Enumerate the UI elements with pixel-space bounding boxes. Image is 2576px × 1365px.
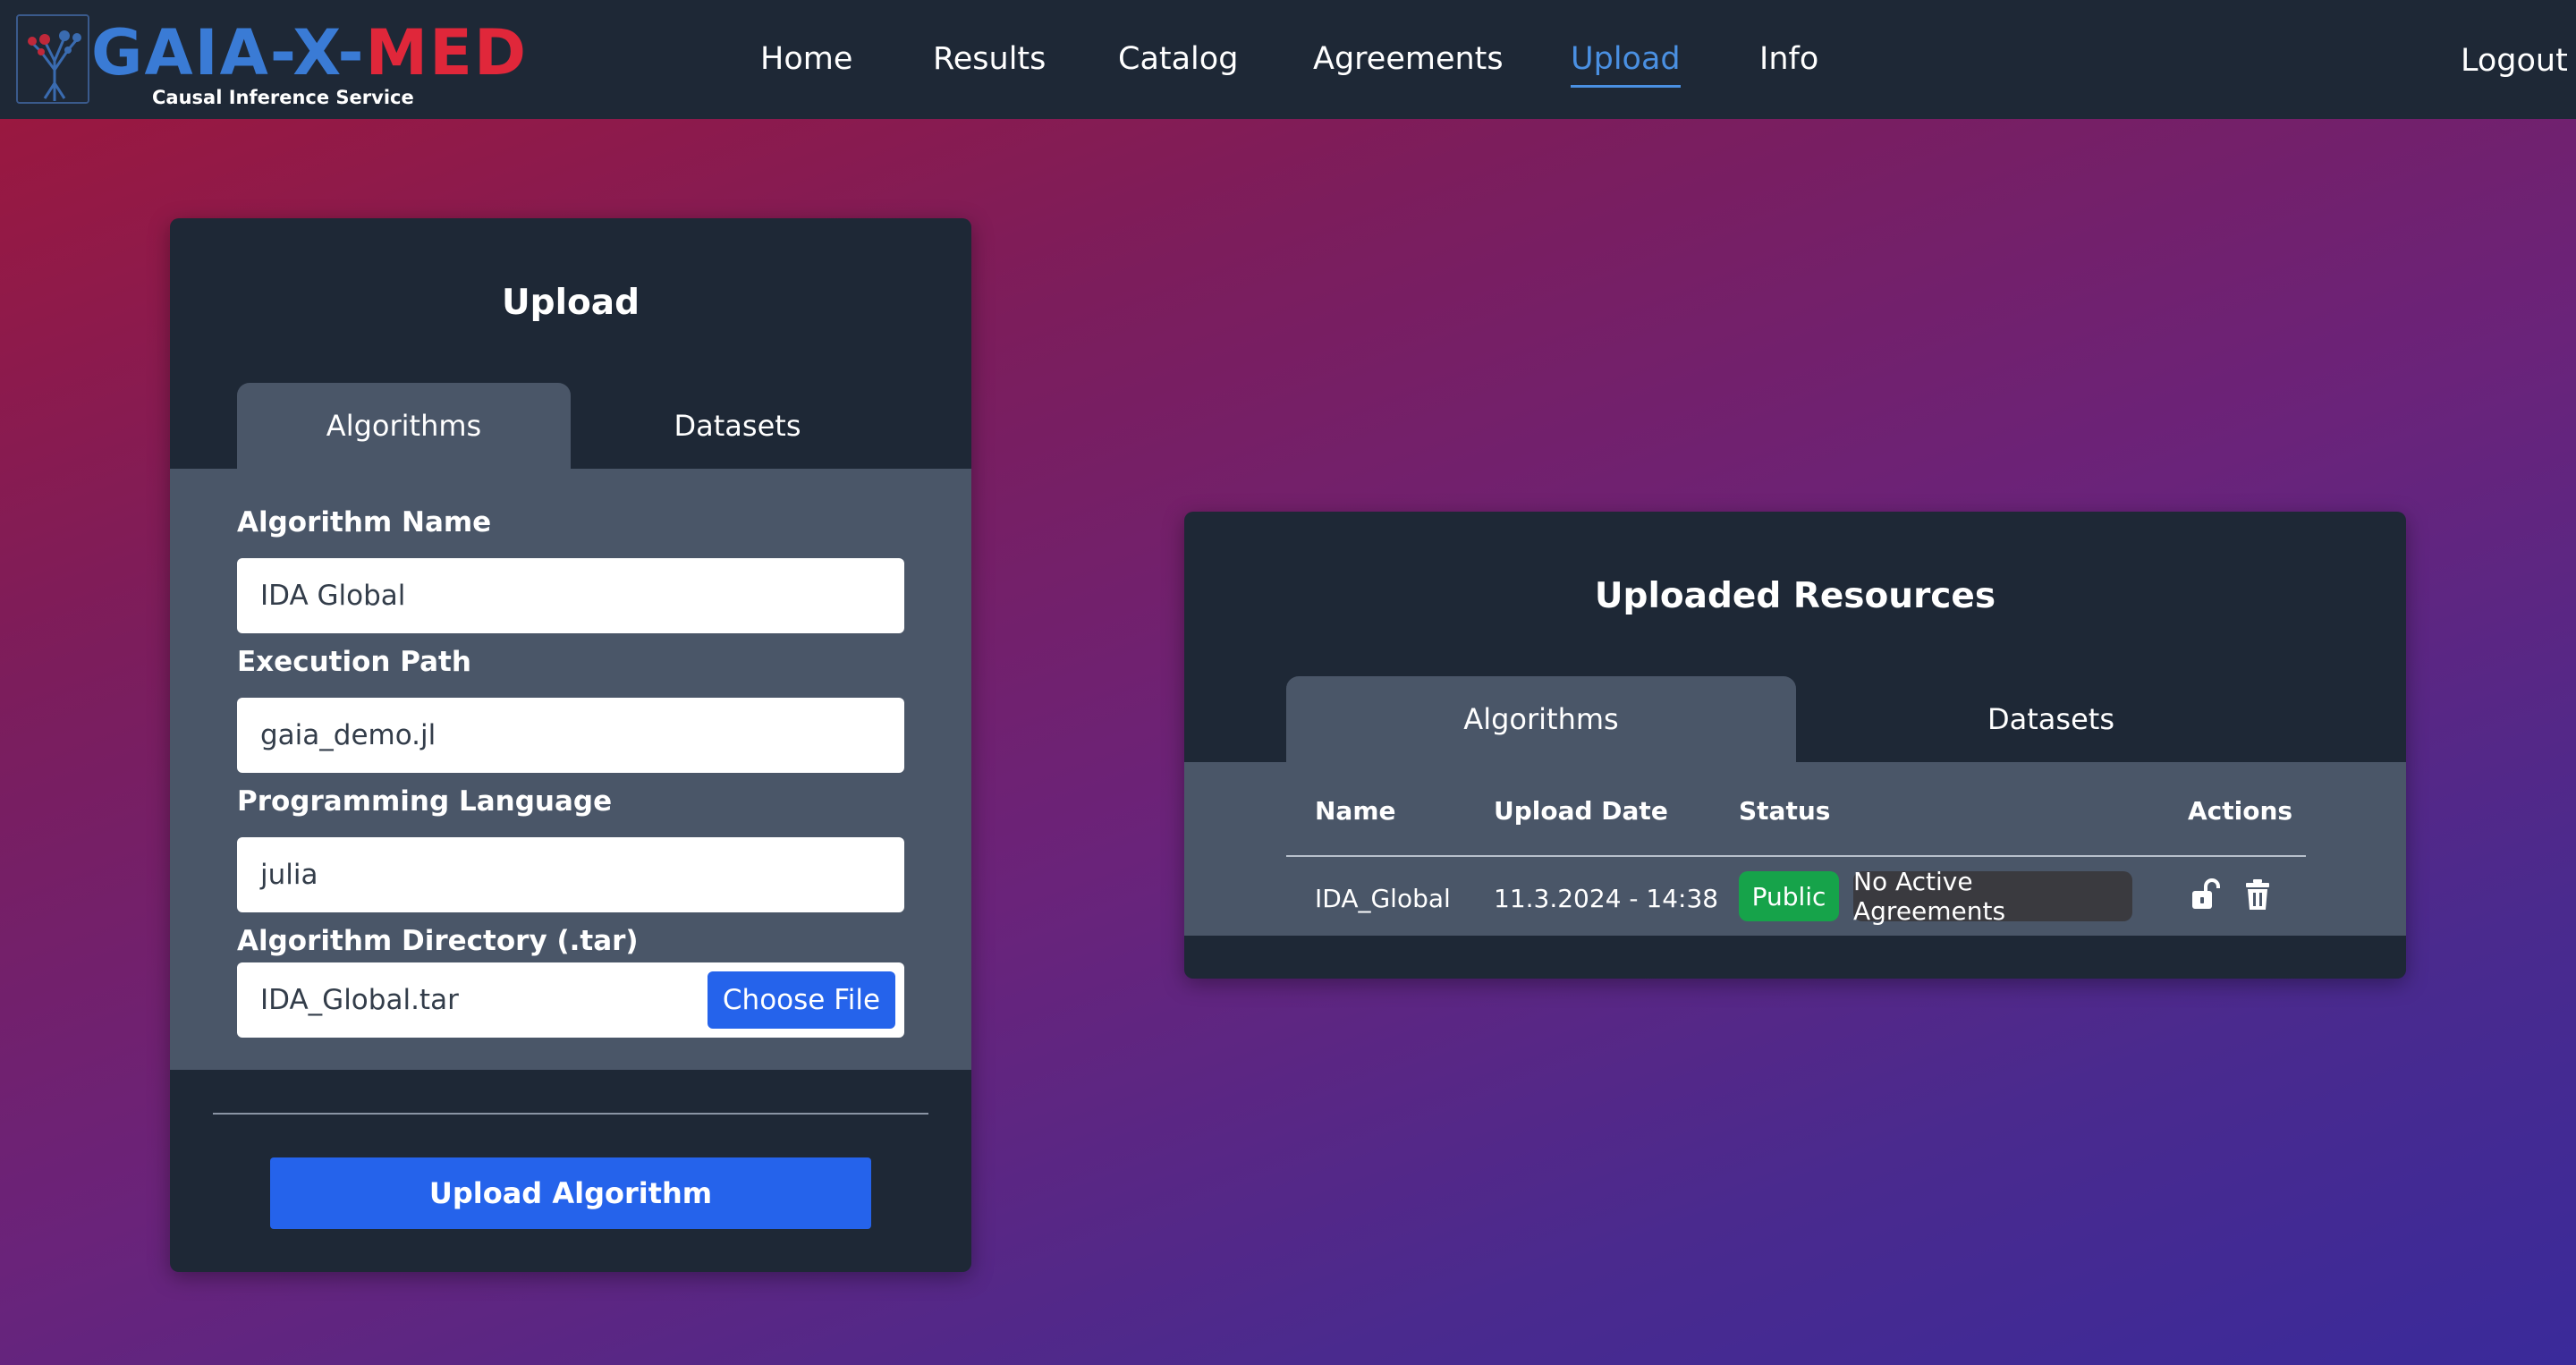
row-name: IDA_Global xyxy=(1315,884,1451,913)
uploaded-resources-card: Uploaded Resources Algorithms Datasets N… xyxy=(1184,512,2406,979)
tab-upload-datasets[interactable]: Datasets xyxy=(571,383,904,469)
nav-results[interactable]: Results xyxy=(933,41,1046,77)
logo-wordmark[interactable]: GAIA-X-MED xyxy=(91,21,528,84)
agreements-badge: No Active Agreements xyxy=(1853,867,2132,926)
nav-catalog[interactable]: Catalog xyxy=(1118,41,1238,77)
logo-part1: GAIA-X- xyxy=(91,16,366,89)
logo-subtitle: Causal Inference Service xyxy=(152,87,414,108)
nav-upload[interactable]: Upload xyxy=(1571,41,1681,88)
selected-file-name: IDA_Global.tar xyxy=(260,984,459,1016)
column-header-name: Name xyxy=(1315,796,1396,826)
algorithm-directory-label: Algorithm Directory (.tar) xyxy=(237,925,639,957)
nav-home[interactable]: Home xyxy=(760,41,852,77)
column-header-actions: Actions xyxy=(2188,796,2293,826)
nav-agreements[interactable]: Agreements xyxy=(1313,41,1504,77)
resources-table-panel: Name Upload Date Status Actions IDA_Glob… xyxy=(1184,762,2406,936)
execution-path-label: Execution Path xyxy=(237,646,471,678)
programming-language-label: Programming Language xyxy=(237,785,613,818)
programming-language-input[interactable]: julia xyxy=(237,837,904,912)
logo-part2: MED xyxy=(365,16,529,89)
algorithm-name-input[interactable]: IDA Global xyxy=(237,558,904,633)
upload-algorithm-button[interactable]: Upload Algorithm xyxy=(270,1157,871,1229)
upload-card: Upload Algorithms Datasets Algorithm Nam… xyxy=(170,218,971,1272)
trash-icon[interactable] xyxy=(2240,875,2275,914)
choose-file-button[interactable]: Choose File xyxy=(708,971,895,1029)
upload-card-title: Upload xyxy=(502,283,640,323)
tab-resources-datasets[interactable]: Datasets xyxy=(1796,676,2306,762)
algorithm-directory-input[interactable]: IDA_Global.tar Choose File xyxy=(237,962,904,1038)
row-upload-date: 11.3.2024 - 14:38 xyxy=(1494,884,1719,913)
tree-logo-icon[interactable] xyxy=(16,14,89,104)
tab-resources-algorithms[interactable]: Algorithms xyxy=(1286,676,1796,762)
tab-upload-algorithms[interactable]: Algorithms xyxy=(237,383,571,469)
navbar: GAIA-X-MED Causal Inference Service Home… xyxy=(0,0,2576,119)
nav-info[interactable]: Info xyxy=(1759,41,1818,77)
execution-path-input[interactable]: gaia_demo.jl xyxy=(237,698,904,773)
resources-card-title: Uploaded Resources xyxy=(1594,576,1996,616)
table-header-divider xyxy=(1286,855,2306,857)
form-divider xyxy=(213,1113,928,1115)
column-header-upload-date: Upload Date xyxy=(1494,796,1668,826)
logout-link[interactable]: Logout xyxy=(2461,43,2568,79)
unlock-icon[interactable] xyxy=(2188,875,2224,914)
status-badge-public: Public xyxy=(1739,871,1839,921)
column-header-status: Status xyxy=(1739,796,1831,826)
algorithm-name-label: Algorithm Name xyxy=(237,506,492,538)
